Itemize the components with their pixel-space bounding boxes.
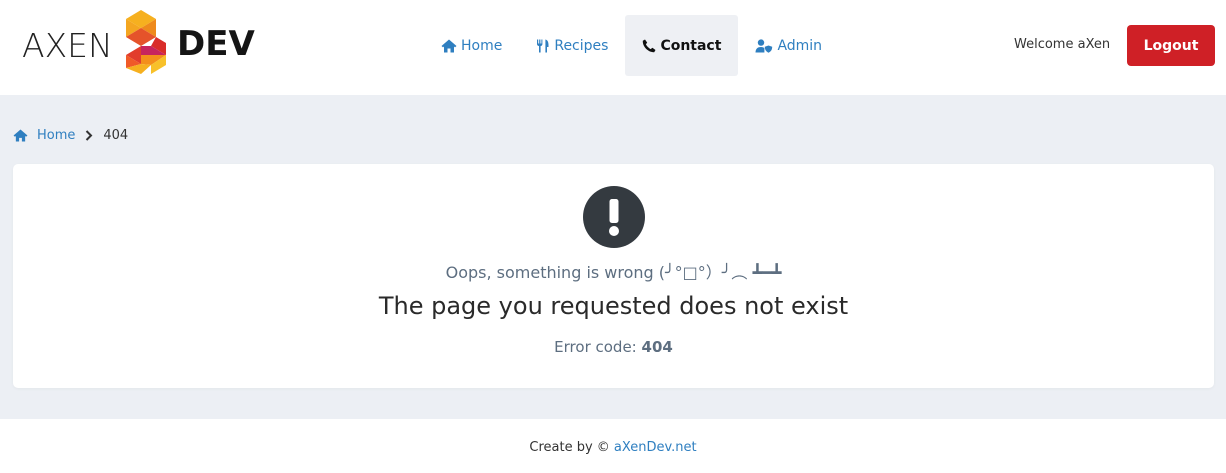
nav-label-recipes: Recipes [554, 37, 609, 54]
footer-link[interactable]: aXenDev.net [614, 440, 697, 455]
logo-text-axen: AXEN [22, 26, 113, 65]
home-icon [441, 39, 457, 52]
footer-credit: Create by © [529, 440, 610, 455]
user-shield-icon [755, 38, 773, 53]
oops-message: Oops, something is wrong (╯°□°）╯︵ ┻━┻ [445, 263, 782, 282]
chevron-right-icon [85, 129, 93, 141]
breadcrumb-current: 404 [103, 127, 129, 143]
brand-logo[interactable]: AXEN DEV [22, 10, 255, 74]
main-nav: Home Recipes Contact Admin [424, 15, 839, 76]
nav-label-contact: Contact [660, 37, 722, 54]
error-card: Oops, something is wrong (╯°□°）╯︵ ┻━┻ Th… [13, 164, 1214, 388]
phone-icon [643, 39, 656, 52]
nav-item-home[interactable]: Home [424, 15, 519, 76]
nav-item-recipes[interactable]: Recipes [519, 15, 625, 76]
welcome-text: Welcome aXen [1014, 37, 1111, 52]
nav-item-admin[interactable]: Admin [738, 15, 839, 76]
breadcrumb: Home 404 [13, 126, 128, 144]
logout-button[interactable]: Logout [1127, 25, 1215, 66]
footer: Create by © aXenDev.net [0, 419, 1226, 473]
nav-label-home: Home [461, 37, 503, 54]
home-icon [13, 128, 28, 142]
error-headline: The page you requested does not exist [378, 292, 849, 320]
breadcrumb-home-label: Home [37, 127, 76, 143]
utensils-icon [537, 39, 549, 52]
error-code-line: Error code: 404 [13, 338, 1214, 356]
nav-item-contact[interactable]: Contact [625, 15, 739, 76]
top-navbar: AXEN DEV Home Recipes Contact Admin Welc… [0, 0, 1226, 95]
error-code-value: 404 [641, 338, 673, 356]
logo-mark-icon [126, 10, 166, 74]
exclamation-circle-icon [583, 186, 645, 248]
nav-label-admin: Admin [777, 37, 823, 54]
logo-text-dev: DEV [177, 24, 255, 64]
breadcrumb-home[interactable]: Home [13, 128, 75, 143]
error-code-label: Error code: [554, 338, 637, 356]
main-content: Home 404 Oops, something is wrong (╯°□°）… [0, 95, 1226, 419]
